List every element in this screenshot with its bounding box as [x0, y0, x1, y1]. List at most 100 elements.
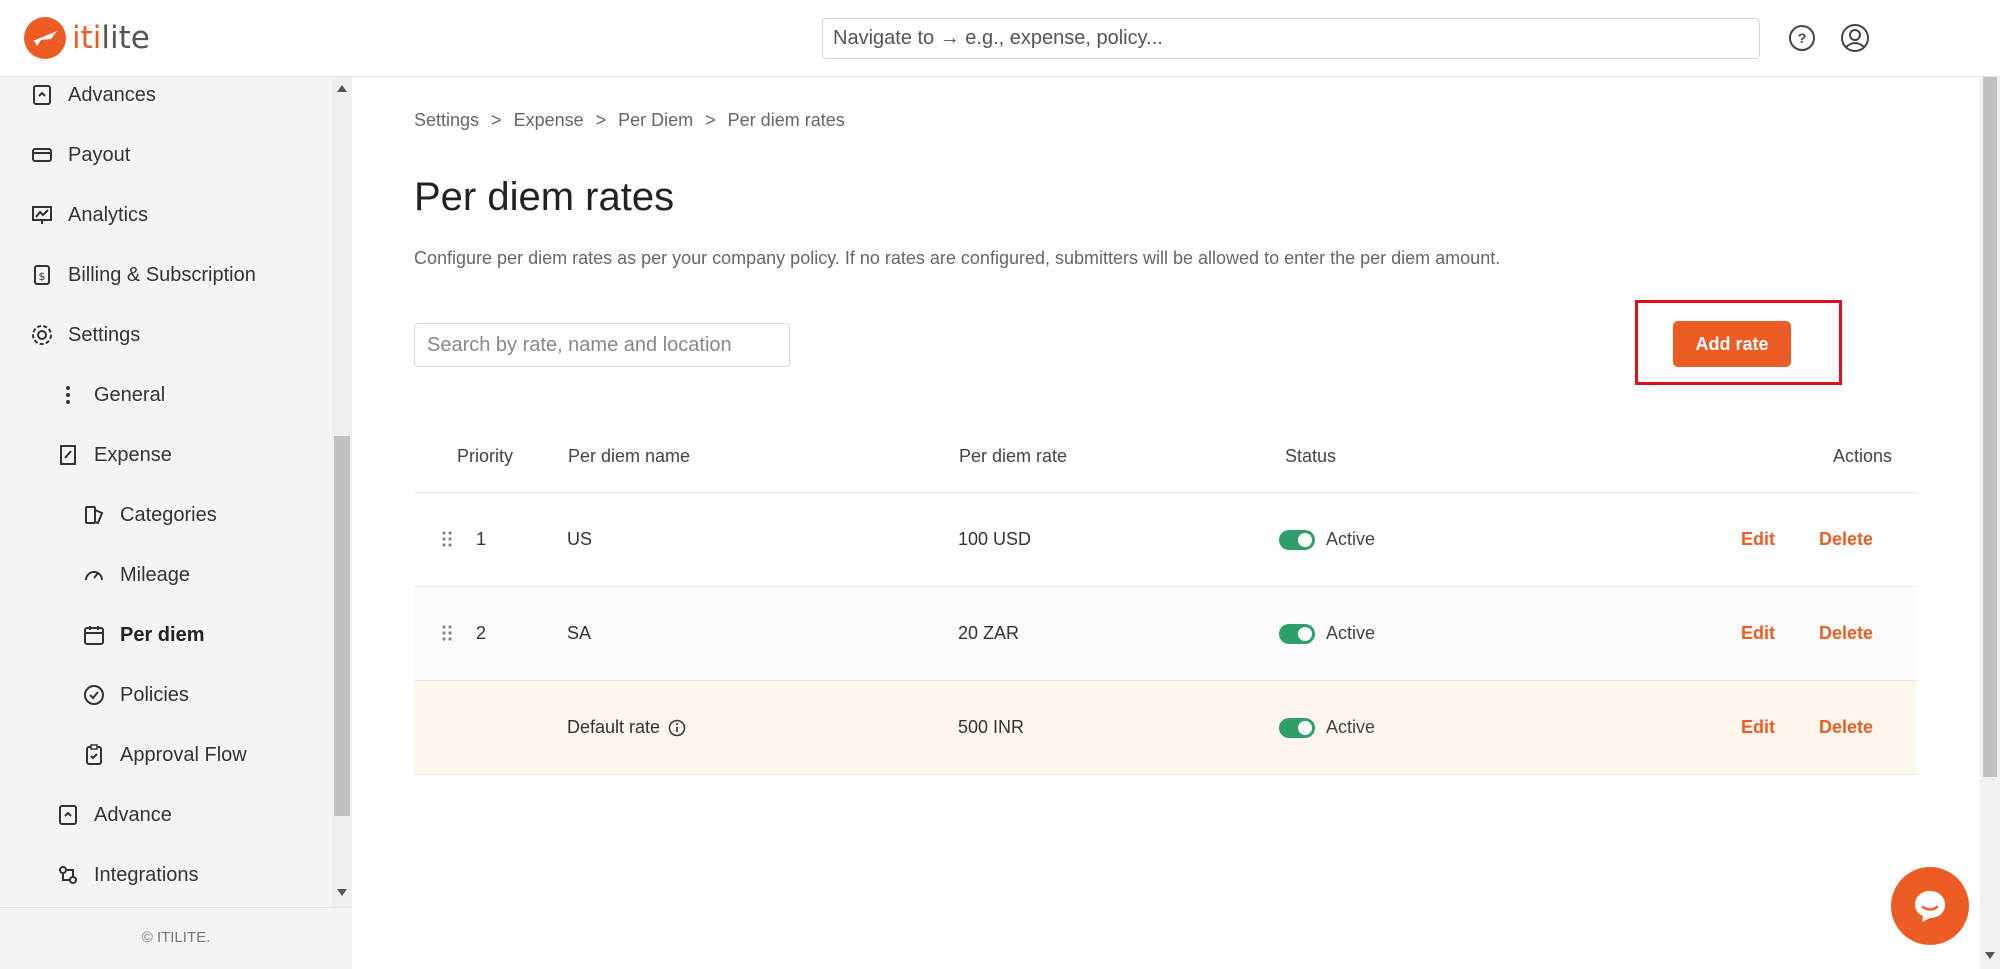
sidebar-item-label: Integrations: [94, 863, 199, 886]
help-icon[interactable]: ?: [1788, 24, 1816, 52]
navigate-search-input[interactable]: [822, 18, 1760, 59]
sidebar-item-label: Approval Flow: [120, 743, 247, 766]
edit-button[interactable]: Edit: [1741, 717, 1775, 738]
status-toggle[interactable]: [1279, 624, 1315, 644]
chat-button[interactable]: [1891, 867, 1969, 945]
sidebar-nav: Advances Payout Analytics $ Billing & Su…: [0, 77, 332, 907]
plane-logo-icon: [24, 17, 66, 59]
sidebar-item-analytics[interactable]: Analytics: [30, 195, 148, 235]
sidebar-item-label: Billing & Subscription: [68, 263, 256, 286]
cell-priority: 2: [476, 623, 487, 643]
scroll-down-arrow-icon[interactable]: [1985, 952, 1995, 959]
sidebar-item-label: Analytics: [68, 203, 149, 226]
delete-button[interactable]: Delete: [1819, 717, 1873, 738]
sidebar-item-billing[interactable]: $ Billing & Subscription: [30, 255, 256, 295]
sidebar-item-label: Mileage: [120, 563, 191, 586]
sidebar-item-label: Settings: [68, 323, 141, 346]
breadcrumb: Settings > Expense > Per Diem > Per diem…: [414, 110, 845, 131]
scroll-up-arrow-icon[interactable]: [337, 85, 347, 92]
sidebar-item-advance[interactable]: Advance: [56, 795, 172, 835]
edit-button[interactable]: Edit: [1741, 529, 1775, 550]
breadcrumb-settings[interactable]: Settings: [414, 110, 479, 131]
policies-icon: [82, 683, 106, 707]
edit-button[interactable]: Edit: [1741, 623, 1775, 644]
sidebar: Advances Payout Analytics $ Billing & Su…: [0, 77, 352, 969]
table-row-default: Default rate 500 INR Active Edit Delete: [414, 681, 1916, 775]
breadcrumb-current: Per diem rates: [727, 110, 845, 130]
sidebar-scroll-thumb[interactable]: [334, 436, 350, 816]
delete-button[interactable]: Delete: [1819, 529, 1873, 550]
column-header-name: Per diem name: [568, 446, 691, 466]
sidebar-item-label: Policies: [120, 683, 189, 706]
sidebar-item-label: Expense: [94, 443, 172, 466]
page-scroll-thumb[interactable]: [1983, 77, 1997, 777]
cell-name: US: [567, 529, 593, 549]
delete-button[interactable]: Delete: [1819, 623, 1873, 644]
sidebar-item-policies[interactable]: Policies: [82, 675, 189, 715]
breadcrumb-expense[interactable]: Expense: [514, 110, 584, 131]
kebab-icon: [56, 383, 80, 407]
sidebar-footer: © ITILITE.: [0, 907, 352, 969]
logo-text-iti: iti: [72, 20, 102, 56]
user-profile-icon[interactable]: [1840, 23, 1870, 53]
add-rate-button[interactable]: Add rate: [1673, 321, 1791, 367]
integrations-icon: [56, 863, 80, 887]
sidebar-item-label: Advances: [68, 83, 156, 106]
column-header-rate: Per diem rate: [959, 446, 1068, 466]
table-row: 1 US 100 USD Active Edit Delete: [414, 493, 1916, 587]
advance-icon: [56, 803, 80, 827]
sidebar-item-general[interactable]: General: [56, 375, 165, 415]
advances-icon: [30, 83, 54, 107]
clipboard-icon: [82, 743, 106, 767]
info-icon[interactable]: [668, 719, 686, 737]
sidebar-item-advances[interactable]: Advances: [30, 77, 156, 115]
status-toggle[interactable]: [1279, 530, 1315, 550]
svg-text:?: ?: [1798, 30, 1807, 46]
chat-bubble-icon: [1915, 891, 1945, 922]
search-input[interactable]: [414, 323, 790, 367]
itilite-logo[interactable]: itilite: [24, 17, 150, 59]
cell-rate: 500 INR: [958, 717, 1025, 737]
top-bar: itilite ?: [0, 0, 2000, 77]
status-label: Active: [1326, 717, 1376, 737]
scroll-down-arrow-icon[interactable]: [337, 889, 347, 896]
sidebar-item-label: Per diem: [120, 623, 205, 646]
sidebar-item-integrations[interactable]: Integrations: [56, 855, 199, 895]
breadcrumb-separator: >: [705, 110, 716, 130]
sidebar-scrollbar[interactable]: [332, 77, 352, 907]
cell-priority: 1: [476, 529, 487, 549]
sidebar-item-expense[interactable]: Expense: [56, 435, 172, 475]
sidebar-item-label: Advance: [94, 803, 172, 826]
cell-name: Default rate: [567, 717, 661, 737]
sidebar-item-label: General: [94, 383, 166, 406]
breadcrumb-separator: >: [595, 110, 607, 130]
column-header-status: Status: [1285, 446, 1337, 466]
logo-text-lite: lite: [101, 20, 150, 56]
page-title: Per diem rates: [414, 175, 675, 219]
calendar-icon: [82, 623, 106, 647]
status-label: Active: [1326, 529, 1376, 549]
drag-handle-icon[interactable]: [440, 529, 454, 549]
drag-handle-icon[interactable]: [440, 623, 454, 643]
cell-rate: 100 USD: [958, 529, 1032, 549]
cell-name: SA: [567, 623, 592, 643]
sidebar-item-settings[interactable]: Settings: [30, 315, 140, 355]
status-label: Active: [1326, 623, 1376, 643]
cell-rate: 20 ZAR: [958, 623, 1020, 643]
breadcrumb-separator: >: [491, 110, 502, 130]
categories-icon: [82, 503, 106, 527]
sidebar-item-label: Categories: [120, 503, 217, 526]
status-toggle[interactable]: [1279, 718, 1315, 738]
sidebar-item-approval-flow[interactable]: Approval Flow: [82, 735, 247, 775]
page-scrollbar[interactable]: [1980, 77, 2000, 969]
sidebar-item-payout[interactable]: Payout: [30, 135, 130, 175]
sidebar-item-categories[interactable]: Categories: [82, 495, 217, 535]
table-row: 2 SA 20 ZAR Active Edit Delete: [414, 587, 1916, 681]
billing-icon: $: [30, 263, 54, 287]
sidebar-item-label: Payout: [68, 143, 131, 166]
sidebar-item-per-diem[interactable]: Per diem: [82, 615, 204, 655]
breadcrumb-per-diem[interactable]: Per Diem: [618, 110, 693, 131]
page-description: Configure per diem rates as per your com…: [414, 248, 1501, 268]
sidebar-item-mileage[interactable]: Mileage: [82, 555, 190, 595]
per-diem-table: Priority Per diem name Per diem rate Sta…: [414, 418, 1916, 775]
